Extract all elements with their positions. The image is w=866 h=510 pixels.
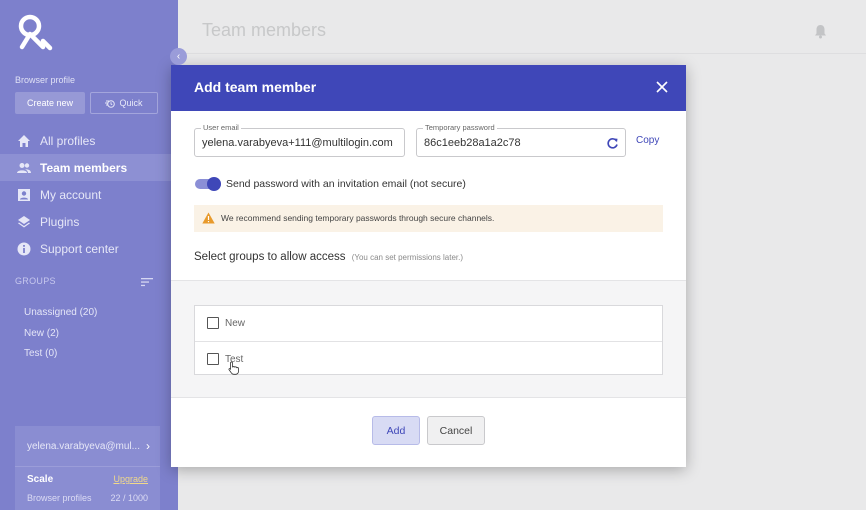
warning-banner: We recommend sending temporary passwords…: [194, 205, 663, 232]
create-new-button[interactable]: Create new: [15, 92, 85, 114]
sidebar-item-plugins[interactable]: Plugins: [0, 208, 178, 235]
toggle-knob: [207, 177, 221, 191]
groups-title-text: Select groups to allow access: [194, 251, 346, 263]
collapse-sidebar-button[interactable]: ‹: [170, 48, 187, 65]
sidebar-item-support-center[interactable]: Support center: [0, 235, 178, 262]
chevron-right-icon[interactable]: ›: [146, 439, 150, 453]
group-option-label: New: [225, 318, 246, 329]
sidebar-item-label: All profiles: [40, 133, 96, 148]
chevron-left-icon: ‹: [176, 51, 181, 62]
plan-name: Scale: [27, 474, 54, 485]
groups-section-title: Select groups to allow access (You can s…: [194, 251, 463, 263]
group-option-new[interactable]: New: [195, 306, 662, 341]
group-list: Unassigned (20) New (2) Test (0): [24, 306, 97, 368]
team-icon: [17, 162, 31, 173]
warning-icon: [202, 212, 215, 224]
home-icon: [18, 134, 30, 147]
sidebar-nav: All profiles Team members My account Plu…: [0, 127, 178, 262]
refresh-icon[interactable]: [606, 137, 619, 150]
dialog-title: Add team member: [194, 79, 317, 95]
browser-profiles-count: 22 / 1000: [110, 493, 148, 503]
sidebar-item-label: Support center: [40, 241, 119, 256]
group-item-unassigned[interactable]: Unassigned (20): [24, 306, 97, 327]
temporary-password-field[interactable]: Temporary password 86c1eeb28a1a2c78: [416, 123, 626, 157]
group-checkbox[interactable]: [207, 317, 219, 329]
cancel-button[interactable]: Cancel: [427, 416, 485, 445]
send-invitation-toggle[interactable]: [195, 177, 221, 191]
account-icon: [18, 188, 30, 201]
bell-icon[interactable]: [814, 24, 827, 39]
user-email-field[interactable]: User email yelena.varabyeva+111@multilog…: [194, 123, 405, 157]
account-email[interactable]: yelena.varabyeva@mul...: [27, 441, 140, 452]
group-options-list: New Test: [194, 305, 663, 375]
sidebar-item-all-profiles[interactable]: All profiles: [0, 127, 178, 154]
dialog-header: Add team member: [171, 65, 686, 111]
info-icon: [17, 242, 31, 255]
group-checkbox[interactable]: [207, 353, 219, 365]
temporary-password-value: 86c1eeb28a1a2c78: [424, 137, 521, 149]
quick-button-label: Quick: [119, 98, 143, 108]
send-invitation-label: Send password with an invitation email (…: [226, 178, 466, 190]
browser-profiles-label: Browser profiles: [27, 493, 92, 503]
user-email-value: yelena.varabyeva+111@multilogin.com: [202, 137, 393, 149]
sidebar-item-my-account[interactable]: My account: [0, 181, 178, 208]
close-icon[interactable]: [655, 80, 669, 94]
sidebar-item-label: My account: [40, 187, 102, 202]
browser-profile-label: Browser profile: [15, 75, 76, 85]
group-item-test[interactable]: Test (0): [24, 347, 97, 368]
divider: [15, 466, 160, 467]
groups-header: GROUPS: [15, 276, 56, 286]
header-divider: [178, 53, 866, 54]
copy-password-button[interactable]: Copy: [636, 135, 659, 146]
multilogin-logo-icon[interactable]: [13, 12, 53, 52]
add-button[interactable]: Add: [372, 416, 420, 445]
quick-button[interactable]: Quick: [90, 92, 158, 114]
hand-cursor-icon: [228, 361, 239, 375]
warning-text: We recommend sending temporary passwords…: [221, 213, 495, 223]
groups-hint: (You can set permissions later.): [351, 253, 464, 262]
upgrade-link[interactable]: Upgrade: [113, 474, 148, 484]
sort-icon[interactable]: [141, 277, 153, 287]
page-title: Team members: [202, 20, 327, 40]
quick-profile-icon: [105, 99, 116, 108]
group-option-test[interactable]: Test: [195, 341, 662, 376]
group-item-new[interactable]: New (2): [24, 327, 97, 348]
sidebar: Browser profile Create new Quick All pro…: [0, 0, 178, 510]
account-panel: yelena.varabyeva@mul... › Scale Upgrade …: [15, 426, 160, 510]
sidebar-item-label: Team members: [40, 160, 128, 175]
groups-panel: New Test: [171, 280, 686, 398]
sidebar-item-team-members[interactable]: Team members: [0, 154, 178, 181]
layers-icon: [18, 215, 30, 227]
sidebar-item-label: Plugins: [40, 214, 80, 229]
user-email-label: User email: [201, 123, 241, 132]
temporary-password-label: Temporary password: [423, 123, 497, 132]
add-team-member-dialog: Add team member User email yelena.varaby…: [171, 65, 686, 467]
